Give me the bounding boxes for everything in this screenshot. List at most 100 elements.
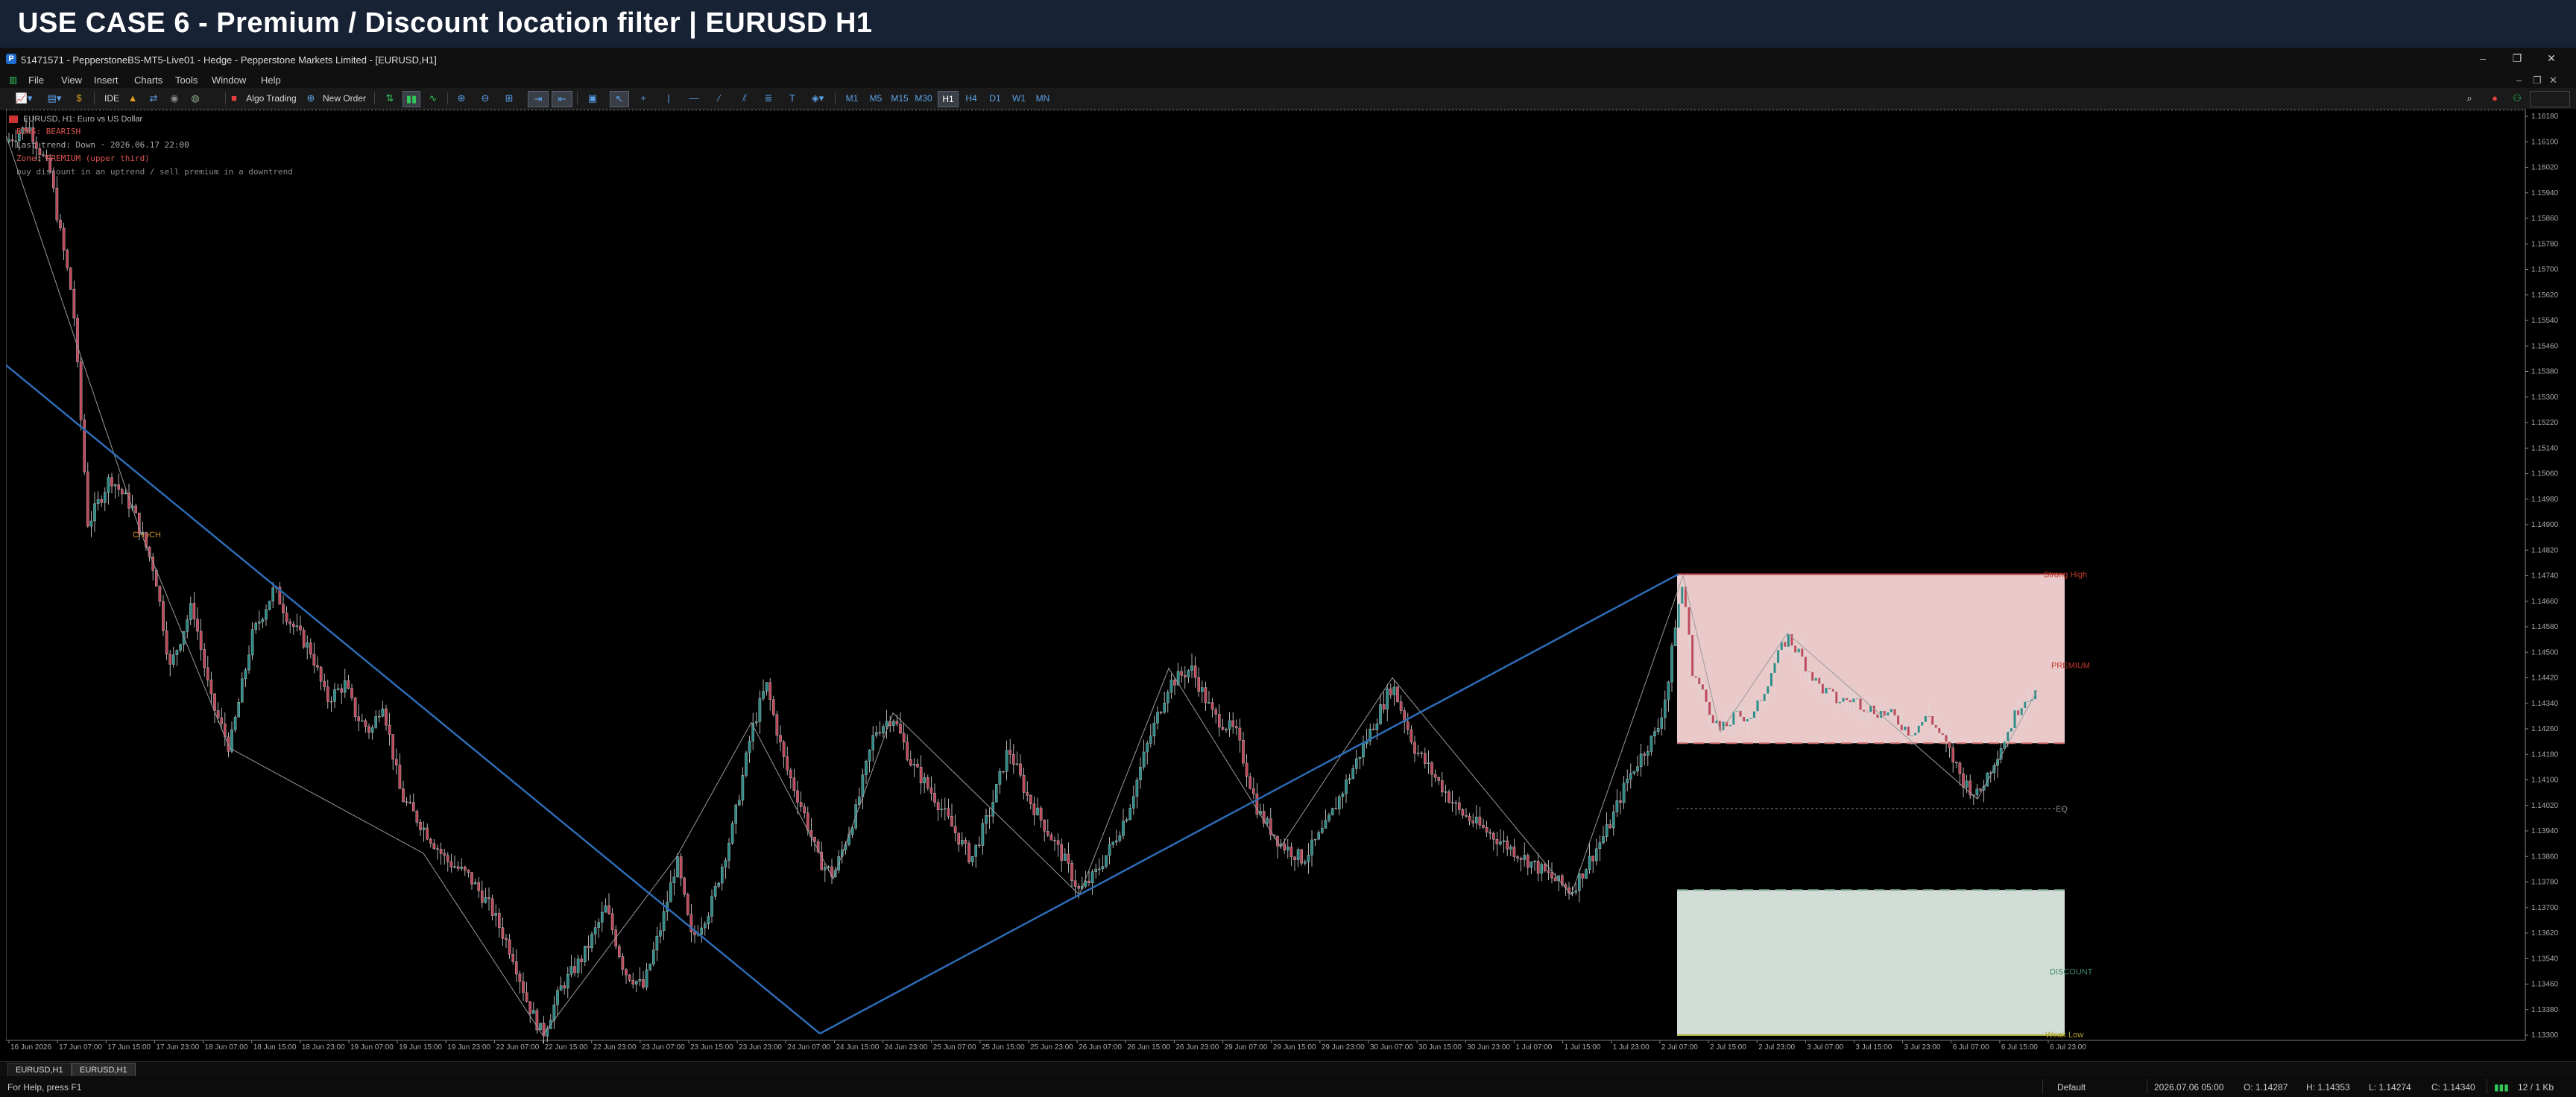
bear-candle bbox=[628, 974, 631, 981]
bear-candle bbox=[282, 604, 285, 613]
timeframe-m5[interactable]: M5 bbox=[866, 91, 886, 106]
bear-candle bbox=[1591, 856, 1595, 862]
chart-tab-1[interactable]: EURUSD,H1 bbox=[7, 1063, 72, 1078]
chart-tab-2[interactable]: EURUSD,H1 bbox=[72, 1063, 136, 1078]
bear-candle bbox=[2016, 709, 2020, 715]
indicators-icon[interactable]: ▣ bbox=[584, 91, 601, 106]
bear-candle bbox=[580, 958, 583, 962]
bear-candle bbox=[1060, 844, 1063, 861]
algo-trading-button[interactable]: Algo Trading bbox=[242, 91, 301, 106]
bear-candle bbox=[1859, 698, 1862, 710]
market-icon[interactable]: ◉ bbox=[167, 91, 182, 106]
timeframe-h1[interactable]: H1 bbox=[938, 91, 959, 107]
time-tick-label: 22 Jun 23:00 bbox=[593, 1043, 637, 1051]
bear-candle bbox=[610, 913, 614, 930]
bull-candle bbox=[1427, 762, 1430, 764]
menu-file[interactable]: File bbox=[28, 75, 44, 86]
bull-candle bbox=[241, 678, 244, 703]
grid-icon[interactable]: ⊞ bbox=[501, 91, 517, 106]
vertical-line-icon[interactable]: | bbox=[660, 91, 677, 106]
search-icon[interactable]: ⌕ bbox=[2461, 91, 2478, 106]
bear-candle bbox=[1019, 763, 1022, 776]
bear-candle bbox=[775, 714, 779, 736]
bear-candle bbox=[1708, 701, 1711, 715]
timeframe-w1[interactable]: W1 bbox=[1009, 91, 1029, 106]
line-chart-icon[interactable]: ∿ bbox=[425, 91, 441, 106]
mdi-restore-icon[interactable]: ❐ bbox=[2533, 75, 2542, 86]
bull-candle bbox=[1317, 832, 1320, 840]
close-button[interactable]: ✕ bbox=[2540, 52, 2563, 65]
shapes-icon[interactable]: ◈▾ bbox=[806, 91, 829, 106]
new-chart-icon[interactable]: 📈▾ bbox=[10, 91, 37, 106]
bull-candle bbox=[1598, 842, 1602, 850]
bear-candle bbox=[1193, 666, 1197, 678]
new-order-button[interactable]: New Order bbox=[319, 91, 370, 106]
account-icon[interactable]: ⚇ bbox=[2509, 91, 2525, 106]
menu-view[interactable]: View bbox=[61, 75, 82, 86]
menu-help[interactable]: Help bbox=[261, 75, 281, 86]
menu-insert[interactable]: Insert bbox=[94, 75, 119, 86]
bear-candle bbox=[1519, 858, 1523, 860]
vps-icon[interactable]: ◍ bbox=[188, 91, 203, 106]
fibonacci-icon[interactable]: ≣ bbox=[760, 91, 777, 106]
timeframe-m30[interactable]: M30 bbox=[914, 91, 933, 106]
cursor-icon[interactable]: ↖ bbox=[610, 91, 629, 107]
profiles-icon[interactable]: ▤▾ bbox=[42, 91, 67, 106]
ide-button[interactable]: IDE bbox=[101, 91, 122, 106]
bull-candle bbox=[998, 771, 1002, 785]
timeframe-d1[interactable]: D1 bbox=[985, 91, 1005, 106]
timeframe-m15[interactable]: M15 bbox=[890, 91, 909, 106]
algo-trading-icon[interactable]: ■ bbox=[230, 91, 239, 106]
bear-candle bbox=[686, 894, 689, 915]
bull-candle bbox=[1090, 871, 1094, 883]
candles-icon[interactable]: ▮▮ bbox=[402, 91, 420, 107]
bull-candle bbox=[473, 882, 477, 885]
mdi-close-icon[interactable]: ✕ bbox=[2549, 75, 2557, 86]
crosshair-icon[interactable]: + bbox=[635, 91, 651, 106]
zoom-in-icon[interactable]: ⊕ bbox=[453, 91, 470, 106]
bear-candle bbox=[1396, 686, 1399, 702]
bull-candle bbox=[1474, 816, 1478, 823]
notifications-icon[interactable]: ● bbox=[2485, 91, 2504, 106]
strategy-tester-icon[interactable]: ▲ bbox=[125, 91, 140, 106]
menu-charts[interactable]: Charts bbox=[134, 75, 162, 86]
menu-tools[interactable]: Tools bbox=[175, 75, 198, 86]
bull-candle bbox=[1142, 751, 1146, 768]
price-chart[interactable]: 1.16180 1.16100 1.16020 1.15940 1.15860 1.157… bbox=[6, 109, 2576, 1051]
bull-candle bbox=[1146, 743, 1149, 753]
bear-candle bbox=[353, 698, 357, 718]
profile-name[interactable]: Default bbox=[2057, 1082, 2086, 1093]
bull-candle bbox=[2023, 701, 2027, 709]
horizontal-line-icon[interactable]: — bbox=[686, 91, 702, 106]
chart-shift-icon[interactable]: ⇤ bbox=[552, 91, 572, 107]
time-tick-label: 3 Jul 23:00 bbox=[1904, 1043, 1941, 1051]
auto-scroll-icon[interactable]: ⇥ bbox=[528, 91, 549, 107]
trendline-icon[interactable]: ⁄ bbox=[711, 91, 727, 106]
trade-arrows-icon[interactable]: ⇅ bbox=[382, 91, 398, 106]
restore-button[interactable]: ❐ bbox=[2506, 52, 2528, 65]
channel-icon[interactable]: ⫽ bbox=[736, 91, 753, 106]
zoom-out-icon[interactable]: ⊖ bbox=[477, 91, 493, 106]
quick-search-field[interactable] bbox=[2530, 91, 2570, 107]
market-watch-icon[interactable]: $ bbox=[72, 91, 86, 106]
timeframe-mn[interactable]: MN bbox=[1033, 91, 1052, 106]
bear-candle bbox=[573, 966, 576, 973]
text-tool-icon[interactable]: T bbox=[784, 91, 801, 106]
timeframe-m1[interactable]: M1 bbox=[842, 91, 862, 106]
price-tick-label: 1.14660 bbox=[2531, 598, 2559, 606]
menu-window[interactable]: Window bbox=[212, 75, 246, 86]
time-tick-label: 6 Jul 07:00 bbox=[1953, 1043, 1989, 1051]
new-order-icon[interactable]: ⊕ bbox=[306, 91, 316, 106]
minimize-button[interactable]: – bbox=[2472, 52, 2494, 64]
bull-candle bbox=[2006, 731, 2010, 742]
bull-candle bbox=[559, 985, 563, 991]
mdi-minimize-icon[interactable]: – bbox=[2516, 75, 2522, 86]
bear-candle bbox=[1214, 709, 1217, 715]
main-toolbar: 📈▾ ▤▾ $ IDE ▲ ⇄ ◉ ◍ ■ Algo Trading ⊕ New… bbox=[0, 88, 2576, 110]
timeframe-h4[interactable]: H4 bbox=[962, 91, 981, 106]
bear-candle bbox=[1180, 671, 1183, 676]
bear-candle bbox=[792, 777, 796, 791]
bear-candle bbox=[1430, 762, 1433, 775]
bull-candle bbox=[539, 1022, 542, 1031]
signals-icon[interactable]: ⇄ bbox=[146, 91, 161, 106]
